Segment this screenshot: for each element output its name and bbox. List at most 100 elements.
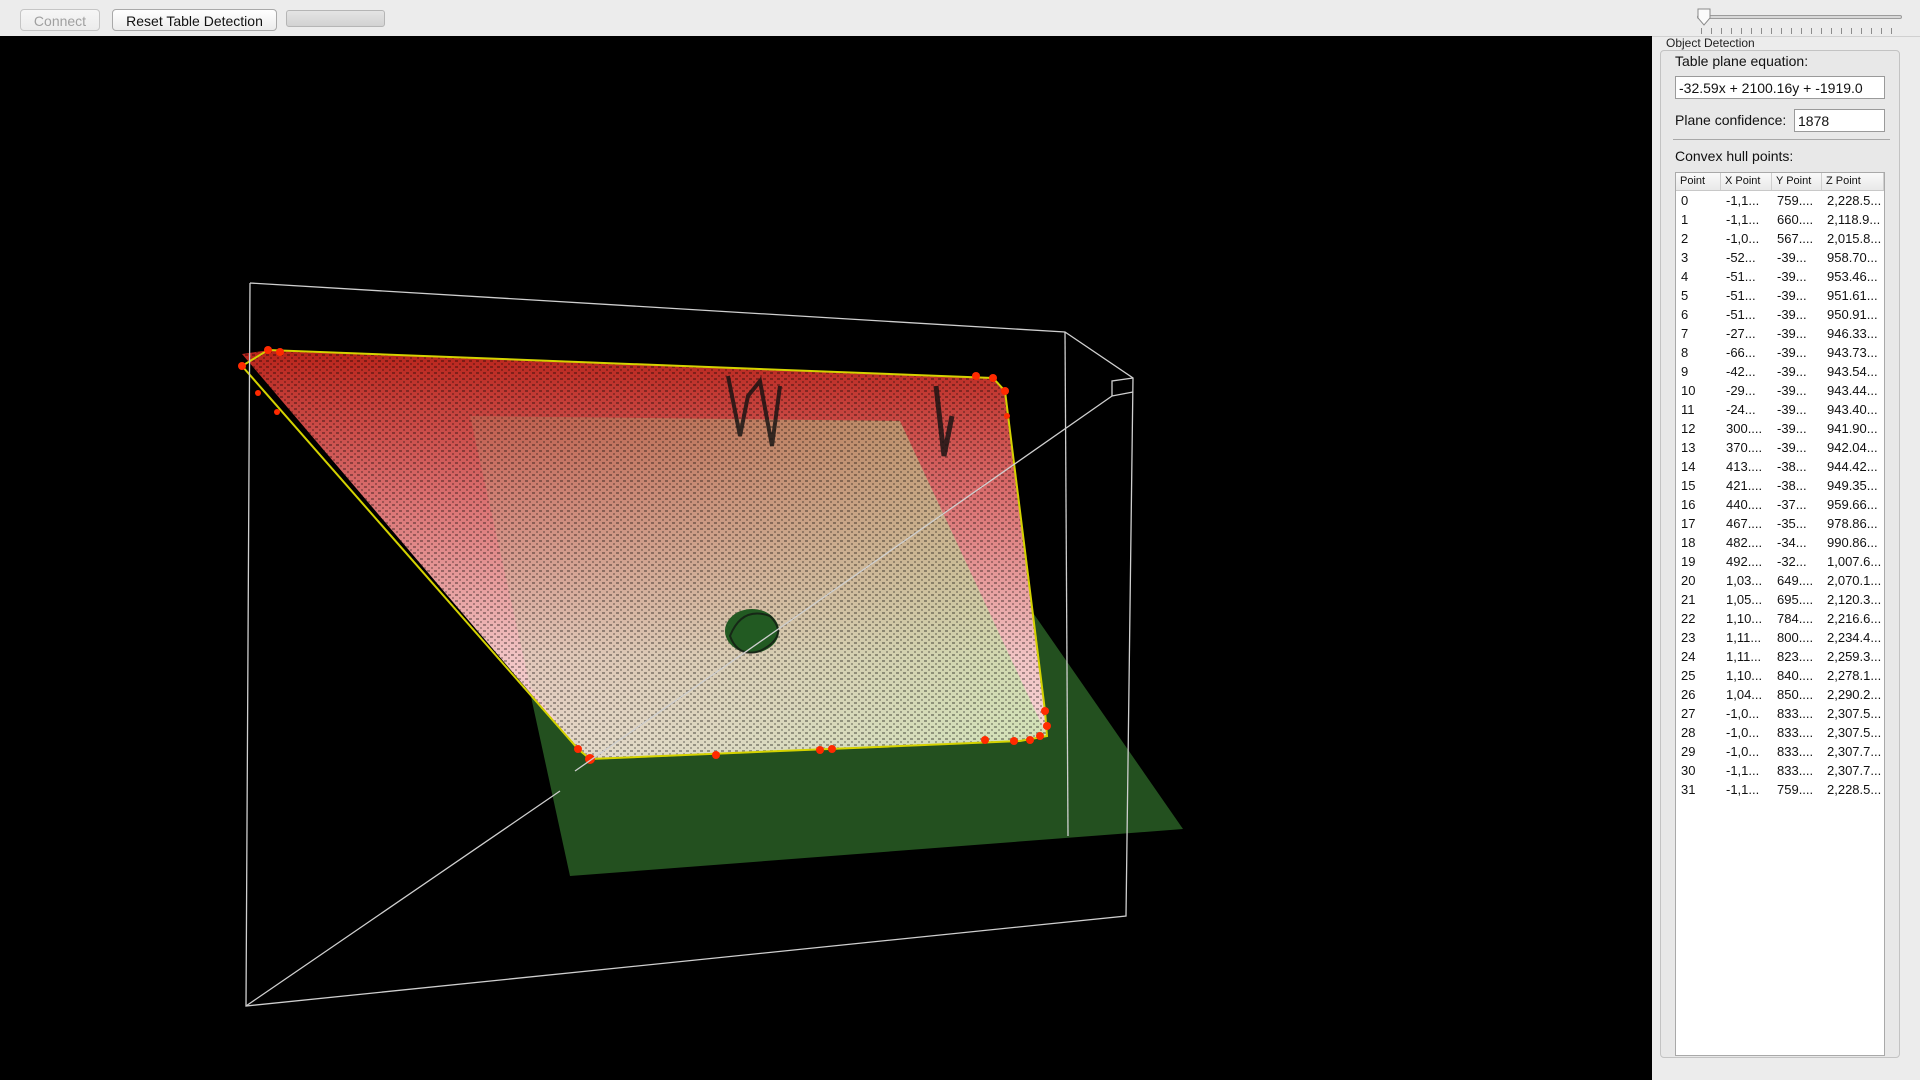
cell-z-point: 958.70... (1827, 250, 1878, 265)
table-row[interactable]: 6 -51... -39... 950.91... (1676, 305, 1884, 324)
point-cloud-viewport[interactable] (0, 36, 1652, 1080)
cell-y-point: -39... (1777, 383, 1807, 398)
cell-z-point: 946.33... (1827, 326, 1878, 341)
table-row[interactable]: 1 -1,1... 660.... 2,118.9... (1676, 210, 1884, 229)
table-row[interactable]: 9 -42... -39... 943.54... (1676, 362, 1884, 381)
table-row[interactable]: 8 -66... -39... 943.73... (1676, 343, 1884, 362)
cell-z-point: 2,278.1... (1827, 668, 1882, 683)
slider-thumb[interactable] (1697, 8, 1711, 26)
cell-z-point: 959.66... (1827, 497, 1878, 512)
cell-y-point: 759.... (1777, 193, 1814, 208)
table-row[interactable]: 0 -1,1... 759.... 2,228.5... (1676, 191, 1884, 210)
cell-y-point: -39... (1777, 288, 1807, 303)
cell-z-point: 2,290.2... (1827, 687, 1882, 702)
cell-point: 8 (1681, 345, 1689, 360)
cell-point: 11 (1681, 402, 1695, 417)
cell-x-point: 1,10... (1726, 611, 1763, 626)
cell-point: 10 (1681, 383, 1696, 398)
cell-x-point: -1,0... (1726, 706, 1760, 721)
table-row[interactable]: 30 -1,1... 833.... 2,307.7... (1676, 761, 1884, 780)
cell-x-point: -1,1... (1726, 193, 1760, 208)
column-header-z-point[interactable]: Z Point (1822, 173, 1884, 190)
cell-z-point: 941.90... (1827, 421, 1878, 436)
table-row[interactable]: 15 421.... -38... 949.35... (1676, 476, 1884, 495)
plane-equation-field[interactable]: -32.59x + 2100.16y + -1919.0 (1675, 76, 1885, 99)
column-header-y-point[interactable]: Y Point (1772, 173, 1822, 190)
cell-y-point: -39... (1777, 402, 1807, 417)
connect-button[interactable]: Connect (20, 9, 100, 31)
cell-z-point: 2,070.1... (1827, 573, 1882, 588)
cell-point: 3 (1681, 250, 1689, 265)
table-row[interactable]: 11 -24... -39... 943.40... (1676, 400, 1884, 419)
table-row[interactable]: 3 -52... -39... 958.70... (1676, 248, 1884, 267)
cell-x-point: 492.... (1726, 554, 1763, 569)
cell-y-point: 567.... (1777, 231, 1814, 246)
table-row[interactable]: 21 1,05... 695.... 2,120.3... (1676, 590, 1884, 609)
slider-ticks (1701, 28, 1901, 34)
cell-y-point: -32... (1777, 554, 1807, 569)
table-row[interactable]: 13 370.... -39... 942.04... (1676, 438, 1884, 457)
panel-separator (1673, 139, 1890, 140)
table-row[interactable]: 18 482.... -34... 990.86... (1676, 533, 1884, 552)
cell-y-point: -39... (1777, 307, 1807, 322)
plane-confidence-field[interactable]: 1878 (1794, 109, 1885, 132)
column-header-x-point[interactable]: X Point (1721, 173, 1772, 190)
table-row[interactable]: 28 -1,0... 833.... 2,307.5... (1676, 723, 1884, 742)
cell-point: 7 (1681, 326, 1689, 341)
cell-x-point: 1,05... (1726, 592, 1763, 607)
cell-point: 31 (1681, 782, 1696, 797)
cell-point: 12 (1681, 421, 1696, 436)
table-row[interactable]: 4 -51... -39... 953.46... (1676, 267, 1884, 286)
convex-hull-table[interactable]: Point X Point Y Point Z Point 0 -1,1... 75… (1675, 172, 1885, 1056)
point-cloud-canvas[interactable] (0, 36, 1652, 1080)
cell-point: 26 (1681, 687, 1696, 702)
table-row[interactable]: 20 1,03... 649.... 2,070.1... (1676, 571, 1884, 590)
cell-point: 25 (1681, 668, 1696, 683)
cell-y-point: -34... (1777, 535, 1807, 550)
cell-x-point: -1,1... (1726, 782, 1760, 797)
cell-x-point: -1,0... (1726, 231, 1760, 246)
cell-point: 2 (1681, 231, 1689, 246)
table-row[interactable]: 31 -1,1... 759.... 2,228.5... (1676, 780, 1884, 799)
table-detection-panel: Table plane equation: -32.59x + 2100.16y… (1660, 50, 1900, 1058)
table-row[interactable]: 14 413.... -38... 944.42... (1676, 457, 1884, 476)
table-header: Point X Point Y Point Z Point (1676, 173, 1884, 191)
cell-point: 30 (1681, 763, 1696, 778)
cell-y-point: 759.... (1777, 782, 1814, 797)
cell-z-point: 2,118.9... (1827, 212, 1881, 227)
cell-x-point: -27... (1726, 326, 1756, 341)
cell-x-point: 482.... (1726, 535, 1763, 550)
object-detection-slider[interactable] (1697, 8, 1902, 38)
cell-y-point: 850.... (1777, 687, 1814, 702)
cell-x-point: 440.... (1726, 497, 1763, 512)
table-row[interactable]: 2 -1,0... 567.... 2,015.8... (1676, 229, 1884, 248)
object-detection-label: Object Detection (1666, 36, 1755, 50)
table-row[interactable]: 29 -1,0... 833.... 2,307.7... (1676, 742, 1884, 761)
cell-z-point: 978.86... (1827, 516, 1878, 531)
cell-y-point: 840.... (1777, 668, 1814, 683)
table-row[interactable]: 7 -27... -39... 946.33... (1676, 324, 1884, 343)
cell-point: 18 (1681, 535, 1696, 550)
cell-z-point: 2,216.6... (1827, 611, 1882, 626)
table-row[interactable]: 5 -51... -39... 951.61... (1676, 286, 1884, 305)
table-row[interactable]: 27 -1,0... 833.... 2,307.5... (1676, 704, 1884, 723)
cell-x-point: -24... (1726, 402, 1756, 417)
table-row[interactable]: 26 1,04... 850.... 2,290.2... (1676, 685, 1884, 704)
table-row[interactable]: 24 1,11... 823.... 2,259.3... (1676, 647, 1884, 666)
cell-point: 5 (1681, 288, 1689, 303)
table-row[interactable]: 23 1,11... 800.... 2,234.4... (1676, 628, 1884, 647)
table-row[interactable]: 16 440.... -37... 959.66... (1676, 495, 1884, 514)
cell-point: 9 (1681, 364, 1689, 379)
table-row[interactable]: 19 492.... -32... 1,007.6... (1676, 552, 1884, 571)
cell-z-point: 942.04... (1827, 440, 1878, 455)
cell-z-point: 951.61... (1827, 288, 1878, 303)
cell-x-point: -1,0... (1726, 744, 1760, 759)
column-header-point[interactable]: Point (1676, 173, 1721, 190)
table-row[interactable]: 22 1,10... 784.... 2,216.6... (1676, 609, 1884, 628)
reset-table-detection-button[interactable]: Reset Table Detection (112, 9, 277, 31)
table-row[interactable]: 25 1,10... 840.... 2,278.1... (1676, 666, 1884, 685)
table-row[interactable]: 17 467.... -35... 978.86... (1676, 514, 1884, 533)
table-row[interactable]: 10 -29... -39... 943.44... (1676, 381, 1884, 400)
cell-z-point: 943.73... (1827, 345, 1878, 360)
table-row[interactable]: 12 300.... -39... 941.90... (1676, 419, 1884, 438)
